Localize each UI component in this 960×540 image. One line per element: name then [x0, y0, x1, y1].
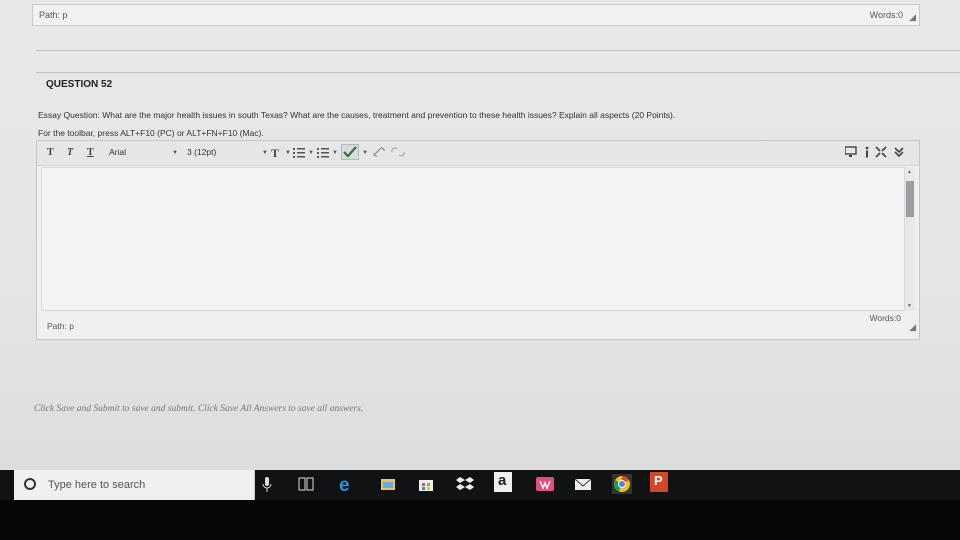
resize-grip-icon[interactable]: ◢	[909, 12, 916, 23]
font-family-select[interactable]: Arial	[109, 147, 126, 157]
task-view-icon[interactable]	[298, 474, 314, 494]
dropbox-icon[interactable]	[456, 474, 474, 494]
font-size-dropdown-icon[interactable]: ▼	[262, 150, 268, 156]
font-family-dropdown-icon[interactable]: ▼	[172, 150, 178, 156]
cortana-circle-icon	[24, 478, 36, 490]
unlink-icon[interactable]	[391, 146, 405, 158]
path-indicator: Path: p	[47, 321, 74, 331]
svg-text:T: T	[271, 146, 279, 159]
italic-button[interactable]: T	[67, 147, 73, 158]
text-color-icon[interactable]: T	[269, 145, 283, 159]
question-text: Essay Question: What are the major healt…	[38, 110, 676, 120]
question-title: QUESTION 52	[46, 79, 113, 90]
spellcheck-icon[interactable]	[341, 144, 359, 160]
info-icon[interactable]	[863, 146, 871, 158]
path-indicator: Path: p	[39, 10, 68, 20]
svg-text:e: e	[339, 475, 350, 494]
divider	[36, 50, 960, 51]
previous-answer-status-bar: Path: p Words:0 ◢	[32, 4, 920, 26]
editor-status-bar: Path: p Words:0 ◢	[37, 313, 919, 339]
essay-answer-textarea[interactable]	[41, 167, 905, 311]
bullet-list-dropdown-icon[interactable]: ▼	[308, 150, 314, 156]
toolbar-hint: For the toolbar, press ALT+F10 (PC) or A…	[38, 128, 264, 138]
scroll-thumb[interactable]	[906, 181, 914, 217]
mail-icon[interactable]	[574, 474, 592, 494]
numbered-list-dropdown-icon[interactable]: ▼	[332, 150, 338, 156]
font-family-value: Arial	[109, 147, 127, 157]
preview-icon[interactable]	[845, 146, 857, 158]
submit-instructions: Click Save and Submit to save and submit…	[34, 404, 364, 414]
underline-button[interactable]: T	[87, 147, 94, 158]
bullet-list-icon[interactable]	[293, 147, 305, 158]
numbered-list-icon[interactable]	[317, 147, 329, 158]
office-icon[interactable]	[536, 474, 554, 494]
amazon-icon[interactable]: a	[494, 472, 512, 492]
fullscreen-icon[interactable]	[875, 146, 887, 158]
essay-editor: T T T Arial ▼ 3 (12pt) ▼ T ▼ ▼ ▼ ▼ ▲ ▼ P…	[36, 140, 920, 340]
powerpoint-icon-label: P	[654, 473, 663, 488]
search-placeholder: Type here to search	[48, 479, 146, 491]
scroll-down-icon[interactable]: ▼	[907, 303, 912, 309]
monitor-bezel	[0, 500, 960, 540]
editor-toolbar: T T T Arial ▼ 3 (12pt) ▼ T ▼ ▼ ▼ ▼	[37, 141, 919, 166]
amazon-icon-label: a	[498, 472, 507, 489]
powerpoint-icon[interactable]: P	[650, 472, 668, 492]
taskbar-search-box[interactable]: Type here to search	[14, 470, 255, 500]
edge-icon[interactable]: e	[338, 474, 358, 494]
editor-scrollbar[interactable]: ▲ ▼	[905, 167, 915, 311]
bold-button[interactable]: T	[47, 147, 54, 158]
word-count: Words:0	[869, 10, 903, 20]
expand-toolbar-chevron-icon[interactable]	[893, 146, 905, 158]
word-count: Words:0	[869, 313, 902, 323]
browser-page: Path: p Words:0 ◢ QUESTION 52 Essay Ques…	[0, 0, 960, 470]
font-size-select[interactable]: 3 (12pt)	[187, 147, 216, 157]
resize-grip-icon[interactable]: ◢	[909, 322, 916, 333]
divider	[36, 72, 960, 73]
explorer-icon[interactable]	[380, 474, 396, 494]
scroll-up-icon[interactable]: ▲	[907, 169, 912, 175]
windows-taskbar: Type here to search e a P	[0, 470, 960, 500]
font-size-value: 3 (12pt)	[187, 147, 217, 157]
store-icon[interactable]	[418, 474, 434, 494]
spellcheck-dropdown-icon[interactable]: ▼	[362, 150, 368, 156]
microphone-icon[interactable]	[262, 477, 272, 493]
link-icon[interactable]	[373, 146, 385, 158]
chrome-icon[interactable]	[612, 474, 632, 494]
text-color-dropdown-icon[interactable]: ▼	[285, 150, 291, 156]
